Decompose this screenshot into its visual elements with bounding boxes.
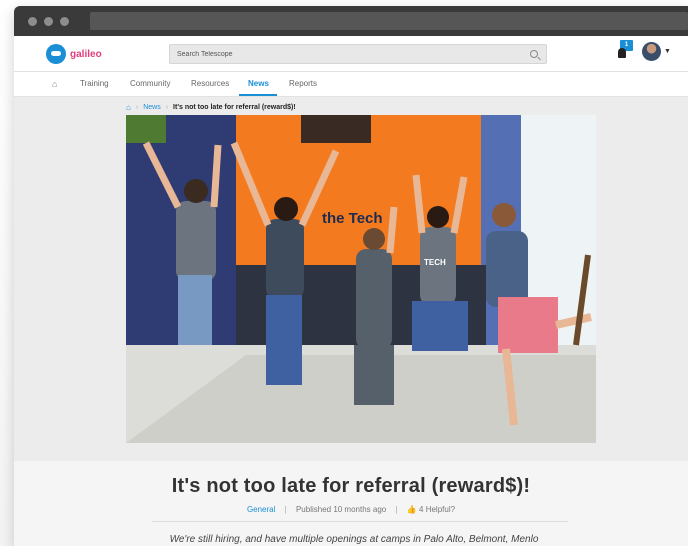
breadcrumb-home-icon[interactable]: ⌂ bbox=[126, 103, 131, 112]
window-maximize-dot[interactable] bbox=[60, 16, 69, 26]
address-bar[interactable] bbox=[90, 12, 688, 30]
top-header: galileo 1 ▼ bbox=[14, 36, 688, 72]
nav-item-community[interactable]: Community bbox=[130, 79, 170, 88]
search-box bbox=[169, 44, 547, 64]
post-meta: General | Published 10 months ago | 👍 4 … bbox=[14, 505, 688, 514]
nav-item-training[interactable]: Training bbox=[80, 79, 109, 88]
thumbs-up-icon[interactable]: 👍 bbox=[407, 505, 417, 514]
logo-text: galileo bbox=[70, 48, 102, 60]
hero-image: the Tech TECH bbox=[126, 115, 596, 443]
helpful-count: 4 bbox=[419, 505, 424, 514]
chevron-down-icon[interactable]: ▼ bbox=[664, 48, 671, 55]
active-tab-indicator bbox=[239, 94, 277, 96]
galileo-logo[interactable]: galileo bbox=[46, 44, 102, 64]
home-icon[interactable]: ⌂ bbox=[52, 79, 57, 89]
breadcrumb-news-link[interactable]: News bbox=[143, 104, 161, 111]
breadcrumb-current: It's not too late for referral (reward$)… bbox=[173, 104, 296, 111]
window-minimize-dot[interactable] bbox=[44, 16, 53, 26]
user-avatar[interactable] bbox=[642, 42, 661, 61]
browser-window: galileo 1 ▼ ⌂ Training Community Resourc… bbox=[14, 6, 688, 546]
published-date: Published 10 months ago bbox=[295, 505, 387, 514]
post-header: It's not too late for referral (reward$)… bbox=[14, 461, 688, 546]
main-nav: ⌂ Training Community Resources News Repo… bbox=[14, 72, 688, 97]
browser-chrome bbox=[14, 6, 688, 36]
post-title: It's not too late for referral (reward$)… bbox=[171, 475, 531, 497]
breadcrumb: ⌂ › News › It's not too late for referra… bbox=[126, 103, 296, 112]
main-content: ⌂ › News › It's not too late for referra… bbox=[14, 97, 688, 546]
breadcrumb-separator: › bbox=[135, 104, 139, 111]
search-icon[interactable] bbox=[530, 50, 538, 58]
nav-item-reports[interactable]: Reports bbox=[289, 79, 317, 88]
divider bbox=[152, 521, 568, 522]
helpful-button[interactable]: Helpful? bbox=[426, 505, 455, 514]
nav-item-resources[interactable]: Resources bbox=[191, 79, 229, 88]
meta-separator: | bbox=[395, 505, 398, 514]
search-input[interactable] bbox=[177, 50, 517, 58]
bell-icon[interactable] bbox=[618, 48, 626, 58]
nav-item-news[interactable]: News bbox=[248, 79, 269, 88]
category-link[interactable]: General bbox=[247, 505, 275, 514]
window-close-dot[interactable] bbox=[28, 16, 37, 26]
sign-text: the Tech bbox=[322, 210, 383, 227]
galileo-logo-icon bbox=[46, 44, 66, 64]
breadcrumb-separator: › bbox=[165, 104, 169, 111]
hero-photo-illustration: the Tech TECH bbox=[126, 115, 596, 443]
post-body: We're still hiring, and have multiple op… bbox=[169, 534, 539, 545]
shirt-text: TECH bbox=[424, 258, 446, 267]
meta-separator: | bbox=[284, 505, 287, 514]
